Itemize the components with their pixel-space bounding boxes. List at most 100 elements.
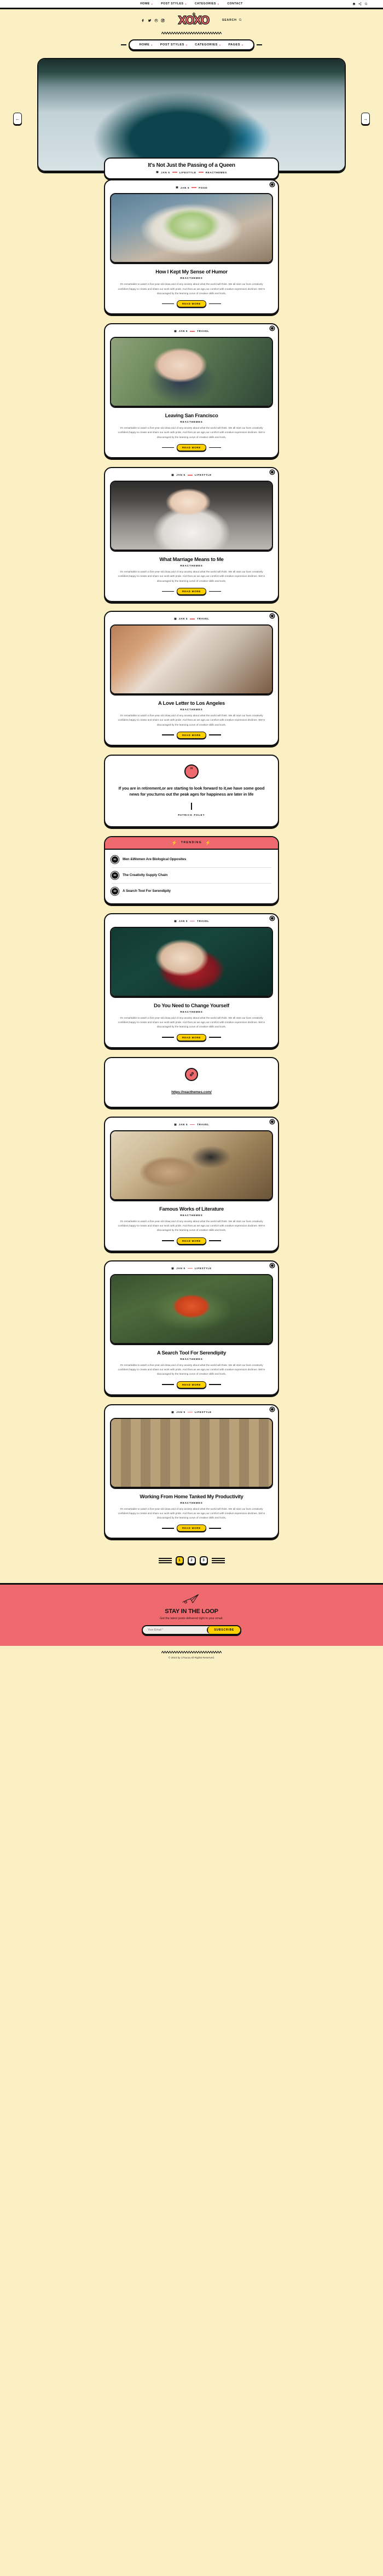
list-item[interactable]: 03 A Search Tool For Serendipity [112,884,271,899]
hero-title[interactable]: It's Not Just the Passing of a Queen [111,162,272,169]
hero-prev-button[interactable]: ← [13,113,22,125]
hero-next-button[interactable]: → [361,113,370,125]
post-card-header: JAN 5 TRAVEL [110,1119,274,1130]
post-title[interactable]: Do You Need to Change Yourself [112,1002,271,1008]
rm-line-left [161,447,174,448]
nav-item-post-styles[interactable]: POST STYLES ▼ [160,43,188,46]
trending-title: TRENDING [181,841,202,845]
post-author[interactable]: REACTHEMES [112,277,271,279]
nav-item-pages[interactable]: PAGES ▼ [228,43,243,46]
read-more-button[interactable]: READ MORE [176,587,207,595]
read-more-button[interactable]: READ MORE [176,443,207,451]
hero-author[interactable]: REACTHEMES [206,171,227,174]
home-icon[interactable] [352,2,356,5]
post-card: JAN 5 TRAVEL Do You Need to Change Yoursel… [104,913,279,1048]
bookmark-dot-icon[interactable] [270,1407,274,1411]
post-category[interactable]: FOOD [199,186,207,189]
search-icon[interactable] [364,2,368,5]
post-category[interactable]: LIFESTYLE [195,1267,212,1270]
post-category[interactable]: TRAVEL [197,617,209,620]
post-category[interactable]: TRAVEL [197,330,209,332]
nav-item-post-styles[interactable]: POST STYLES ▼ [161,2,187,5]
post-title[interactable]: What Marriage Means to Me [112,556,271,562]
nav-dash-left [120,44,126,45]
trending-rank: 03 [112,887,118,895]
post-author[interactable]: REACTHEMES [112,1010,271,1013]
post-title[interactable]: A Search Tool For Serendipity [112,1350,271,1356]
read-more-button[interactable]: READ MORE [176,1237,207,1245]
post-thumbnail[interactable] [110,336,273,407]
copyright-text: © 2023 by 17sucai,All Rights Reserved. [168,1657,215,1660]
read-more-button[interactable]: READ MORE [176,300,207,307]
post-thumbnail[interactable] [110,926,273,997]
instagram-icon[interactable] [161,19,165,22]
bookmark-dot-icon[interactable] [270,470,274,474]
post-excerpt: It's remarkable to watch a five-year-old… [118,427,265,439]
email-input[interactable] [143,1626,207,1634]
nav-item-label: HOME [139,43,150,46]
bookmark-dot-icon[interactable] [270,1119,274,1124]
read-more-button[interactable]: READ MORE [176,1381,207,1388]
post-thumbnail[interactable] [110,1274,273,1344]
list-item[interactable]: 01 Men &Women Are Biological Opposites [112,852,271,868]
bookmark-dot-icon[interactable] [270,326,274,330]
post-author[interactable]: REACTHEMES [112,420,271,423]
hero-slider: ← → It's Not Just the Passing of a Queen… [0,58,383,179]
post-author[interactable]: REACTHEMES [112,564,271,567]
post-thumbnail[interactable] [110,624,273,694]
pagination-page-1[interactable]: 1 [175,1556,184,1565]
post-thumbnail[interactable] [110,480,273,551]
bookmark-dot-icon[interactable] [270,614,274,618]
post-author[interactable]: REACTHEMES [112,1502,271,1504]
trending-item-title[interactable]: The Creativity Supply Chain [123,873,167,877]
post-category[interactable]: TRAVEL [197,920,209,922]
post-author[interactable]: REACTHEMES [112,708,271,711]
chevron-down-icon: ▼ [217,2,220,5]
nav-item-categories[interactable]: CATEGORIES ▼ [195,2,219,5]
post-title[interactable]: A Love Letter to Los Angeles [112,700,271,706]
nav-item-label: POST STYLES [161,2,184,5]
pagination-page-3[interactable]: 3 [199,1556,208,1565]
post-category[interactable]: LIFESTYLE [195,474,212,476]
trending-item-title[interactable]: A Search Tool For Serendipity [123,889,171,893]
nav-item-contact[interactable]: CONTACT [227,2,242,5]
hero-category[interactable]: LIFESTYLE [179,171,196,174]
search-icon[interactable] [239,18,242,22]
post-title[interactable]: How I Kept My Sense of Humor [112,268,271,274]
post-author[interactable]: REACTHEMES [112,1358,271,1360]
trending-item-title[interactable]: Men &Women Are Biological Opposites [123,857,186,861]
site-logo[interactable]: ♔ XOXO [178,12,210,26]
post-thumbnail[interactable] [110,1130,273,1200]
post-excerpt: It's remarkable to watch a five-year-old… [118,570,265,582]
pagination-page-2[interactable]: 2 [187,1556,196,1565]
link-url[interactable]: https://reacthemes.com/ [171,1090,212,1094]
subscribe-button[interactable]: SUBSCRIBE [207,1626,240,1634]
post-card-body: What Marriage Means to Me REACTHEMES It's … [110,551,273,595]
nav-item-home[interactable]: HOME ▼ [140,2,153,5]
trending-list: 01 Men &Women Are Biological Opposites 02 T… [105,850,278,903]
link-card: https://reacthemes.com/ [104,1056,279,1108]
post-title[interactable]: Leaving San Francisco [112,412,271,418]
share-icon[interactable] [358,2,362,5]
bookmark-dot-icon[interactable] [270,183,274,186]
post-thumbnail[interactable] [110,1417,273,1488]
post-title[interactable]: Working From Home Tanked My Productivity [112,1493,271,1499]
read-more-button[interactable]: READ MORE [176,731,207,739]
post-author[interactable]: REACTHEMES [112,1214,271,1217]
bookmark-dot-icon[interactable] [270,916,274,920]
hero-date: JAN 5 [161,171,170,174]
post-title[interactable]: Famous Works of Literature [112,1206,271,1212]
search-toggle[interactable]: SEARCH [222,18,242,22]
twitter-icon[interactable] [148,19,152,22]
read-more-button[interactable]: READ MORE [176,1033,207,1041]
post-category[interactable]: TRAVEL [197,1123,209,1126]
facebook-icon[interactable] [141,19,145,22]
list-item[interactable]: 02 The Creativity Supply Chain [112,868,271,884]
post-thumbnail[interactable] [110,193,273,263]
pinterest-icon[interactable] [154,19,158,22]
nav-item-home[interactable]: HOME ▼ [140,43,153,46]
read-more-button[interactable]: READ MORE [176,1524,207,1532]
bookmark-dot-icon[interactable] [270,1263,274,1267]
nav-item-categories[interactable]: CATEGORIES ▼ [195,43,221,46]
post-category[interactable]: LIFESTYLE [195,1411,212,1413]
